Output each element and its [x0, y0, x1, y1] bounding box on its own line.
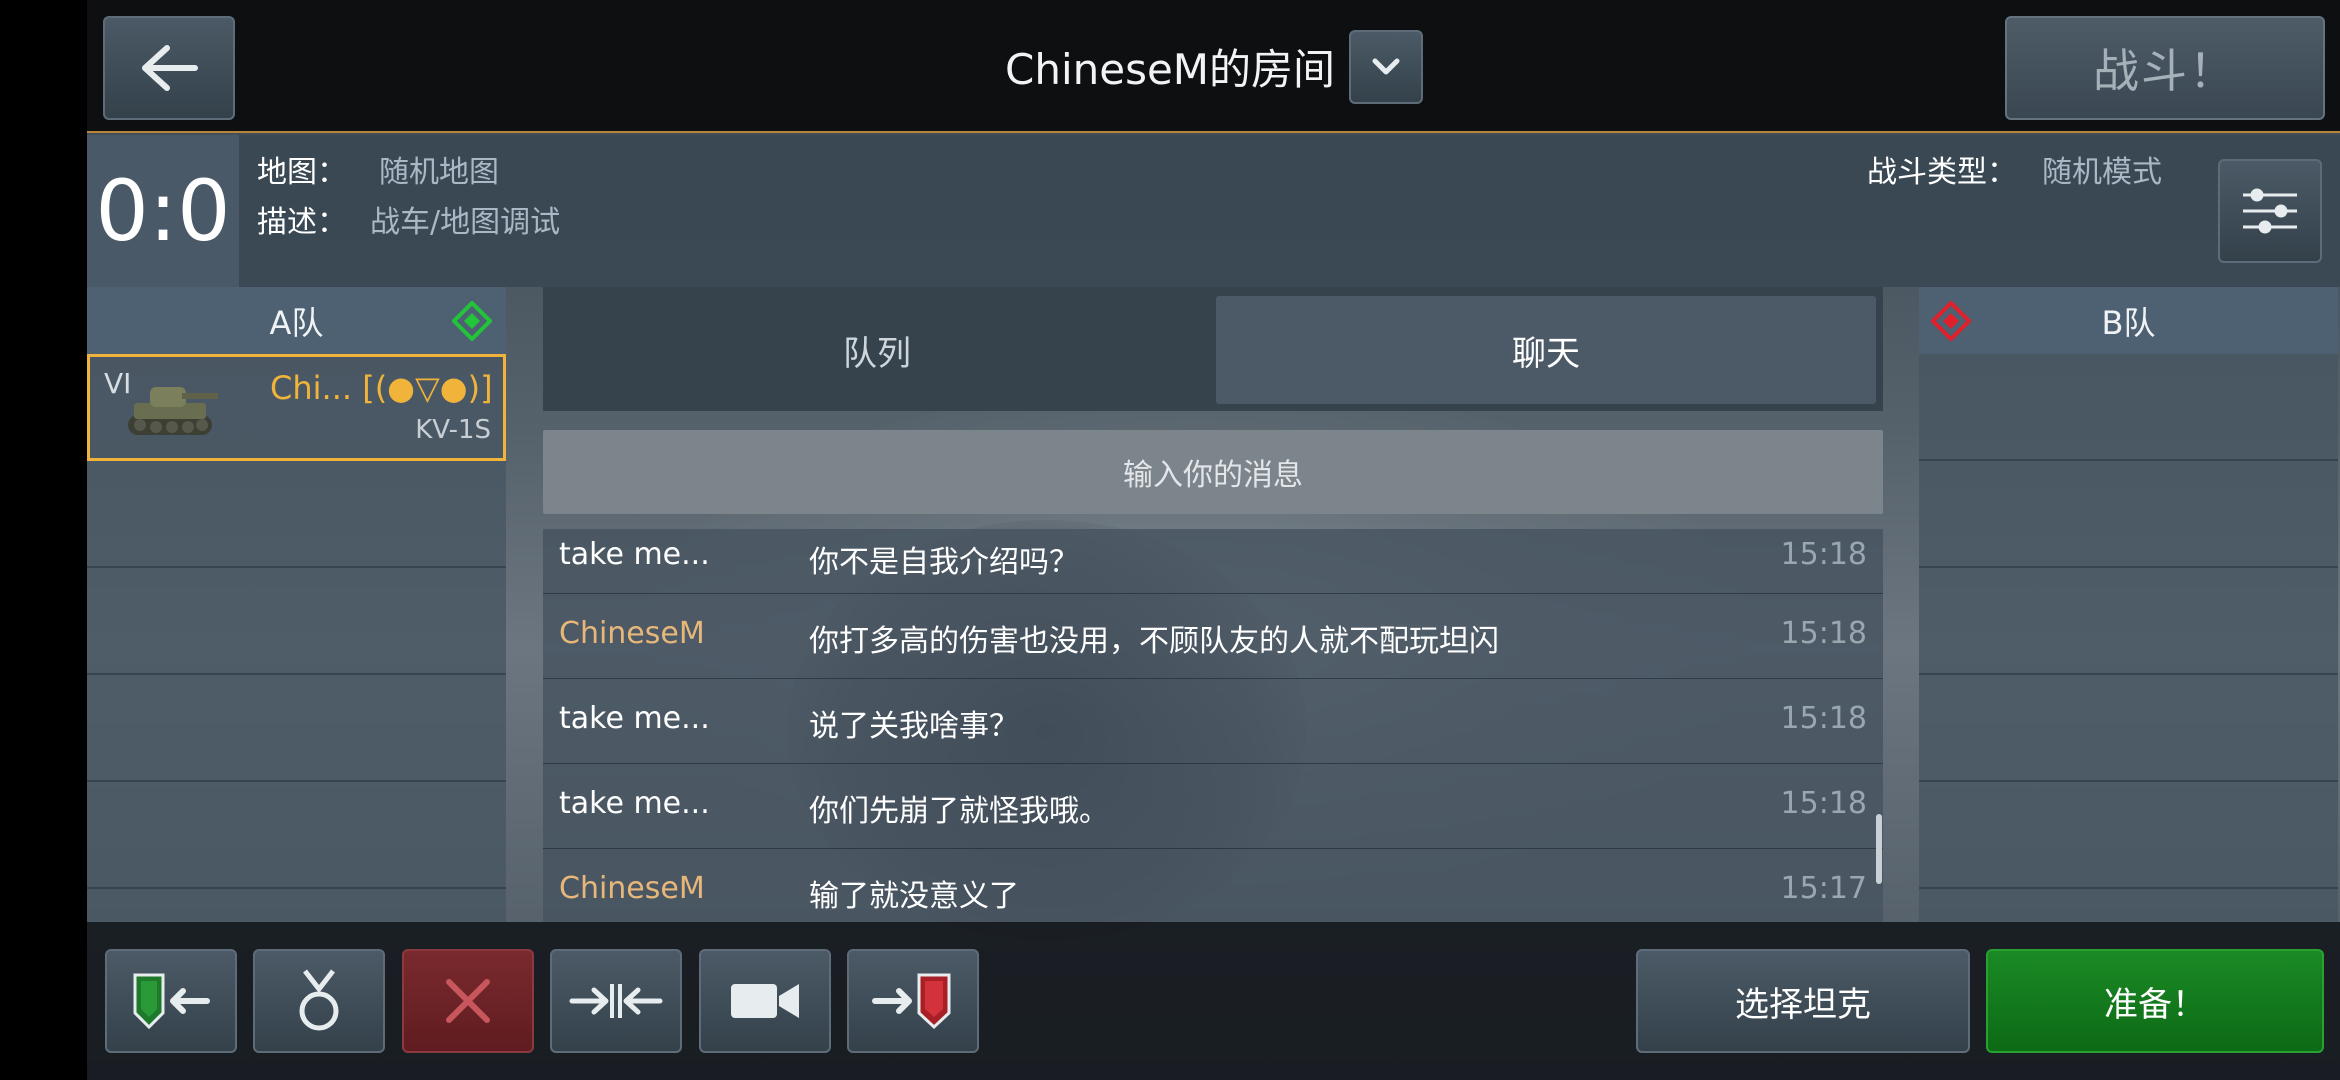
chat-message: ChineseM 输了就没意义了 15:17 [543, 849, 1883, 922]
chat-sender: ChineseM [559, 871, 705, 906]
player-name: Chi... [(●▽●)] [270, 369, 493, 407]
chat-text: 你不是自我介绍吗？ [809, 545, 1079, 580]
medal-button[interactable] [253, 949, 385, 1053]
chat-time: 15:18 [1780, 786, 1867, 821]
back-button[interactable] [103, 16, 235, 120]
chat-time: 15:18 [1780, 701, 1867, 736]
chat-text: 你们先崩了就怪我哦。 [809, 794, 1109, 829]
team-a-diamond-icon [452, 301, 492, 341]
room-info-bar: 0:0 地图： 随机地图 描述： 战车/地图调试 战斗类型： 随机模式 [87, 135, 2340, 287]
room-title: ChineseM的房间 [1005, 45, 1336, 94]
chat-time: 15:18 [1780, 537, 1867, 572]
battle-button[interactable]: 战斗！ [2005, 16, 2325, 120]
chat-sender: take me... [559, 537, 710, 572]
team-a-name: A队 [269, 303, 324, 342]
chat-time: 15:18 [1780, 616, 1867, 651]
chat-text: 你打多高的伤害也没用，不顾队友的人就不配玩坦闪 [809, 624, 1499, 659]
join-team-b-icon [872, 973, 951, 1030]
team-a-slot-empty[interactable] [87, 568, 506, 675]
team-b-slot-empty[interactable] [1919, 568, 2338, 675]
bottom-bar: 选择坦克 准备！ [87, 922, 2340, 1080]
camera-icon [731, 984, 799, 1018]
close-icon [446, 979, 490, 1023]
tab-bar: 队列 聊天 [543, 287, 1883, 411]
chat-sender: ChineseM [559, 616, 705, 651]
team-b-header: B队 [1919, 287, 2338, 354]
team-b-slot-empty[interactable] [1919, 354, 2338, 461]
merge-arrows-icon [569, 984, 663, 1018]
chat-sender: take me... [559, 701, 710, 736]
chat-list[interactable]: take me... 你不是自我介绍吗？ 15:18 ChineseM 你打多高… [543, 529, 1883, 922]
center-panel: 队列 聊天 输入你的消息 take me... 你不是自我介绍吗？ 15:18 … [543, 287, 1913, 922]
chat-text: 说了关我啥事？ [809, 709, 1019, 744]
team-b-diamond-icon [1931, 301, 1971, 341]
map-value: 随机地图 [379, 155, 499, 190]
team-a-header: A队 [87, 287, 506, 354]
team-b-slot-empty[interactable] [1919, 461, 2338, 568]
team-a-slot-empty[interactable] [87, 461, 506, 568]
team-b-panel: B队 [1919, 287, 2338, 922]
team-a-panel: A队 VI Chi... [(●▽●)] KV-1S [87, 287, 506, 922]
ready-button[interactable]: 准备！ [1986, 949, 2324, 1053]
chat-message: take me... 你不是自我介绍吗？ 15:18 [543, 529, 1883, 594]
chat-time: 15:17 [1780, 871, 1867, 906]
spectate-button[interactable] [699, 949, 831, 1053]
team-a-slot-player[interactable]: VI Chi... [(●▽●)] KV-1S [87, 354, 506, 461]
description-label: 描述： [257, 205, 347, 240]
join-team-a-button[interactable] [105, 949, 237, 1053]
kick-button[interactable] [402, 949, 534, 1053]
game-screen: ChineseM的房间 战斗！ 0:0 地图： 随机地图 描述： 战车/地图调试… [87, 0, 2340, 1080]
room-dropdown-button[interactable] [1349, 30, 1423, 104]
battle-type-label: 战斗类型： [1867, 155, 2017, 190]
tab-chat[interactable]: 聊天 [1216, 296, 1876, 404]
description-value: 战车/地图调试 [370, 205, 561, 240]
chat-message-input[interactable]: 输入你的消息 [543, 430, 1883, 514]
chat-message: take me... 说了关我啥事？ 15:18 [543, 679, 1883, 764]
chat-scrollbar[interactable] [1876, 814, 1882, 884]
team-a-slot-empty[interactable] [87, 675, 506, 782]
chat-message: ChineseM 你打多高的伤害也没用，不顾队友的人就不配玩坦闪 15:18 [543, 594, 1883, 679]
swap-teams-button[interactable] [550, 949, 682, 1053]
team-a-slot-empty[interactable] [87, 782, 506, 889]
select-tank-button[interactable]: 选择坦克 [1636, 949, 1970, 1053]
chat-message: take me... 你们先崩了就怪我哦。 15:18 [543, 764, 1883, 849]
team-b-name: B队 [2101, 303, 2156, 342]
team-b-slot-empty[interactable] [1919, 782, 2338, 889]
tab-queue[interactable]: 队列 [547, 296, 1207, 404]
top-bar: ChineseM的房间 战斗！ [87, 0, 2340, 133]
map-label: 地图： [257, 155, 347, 190]
join-team-b-button[interactable] [847, 949, 979, 1053]
filter-sliders-icon [2243, 188, 2297, 234]
join-team-a-icon [133, 973, 210, 1030]
score: 0:0 [87, 135, 239, 287]
tank-icon [128, 387, 218, 435]
team-b-slot-empty[interactable] [1919, 675, 2338, 782]
chevron-down-icon [1372, 58, 1400, 75]
chat-text: 输了就没意义了 [809, 879, 1019, 914]
tank-name: KV-1S [415, 415, 491, 445]
room-settings-button[interactable] [2218, 159, 2322, 263]
battle-type-value: 随机模式 [2042, 155, 2162, 190]
back-arrow-icon [142, 45, 198, 91]
medal-icon [299, 969, 339, 1031]
chat-sender: take me... [559, 786, 710, 821]
